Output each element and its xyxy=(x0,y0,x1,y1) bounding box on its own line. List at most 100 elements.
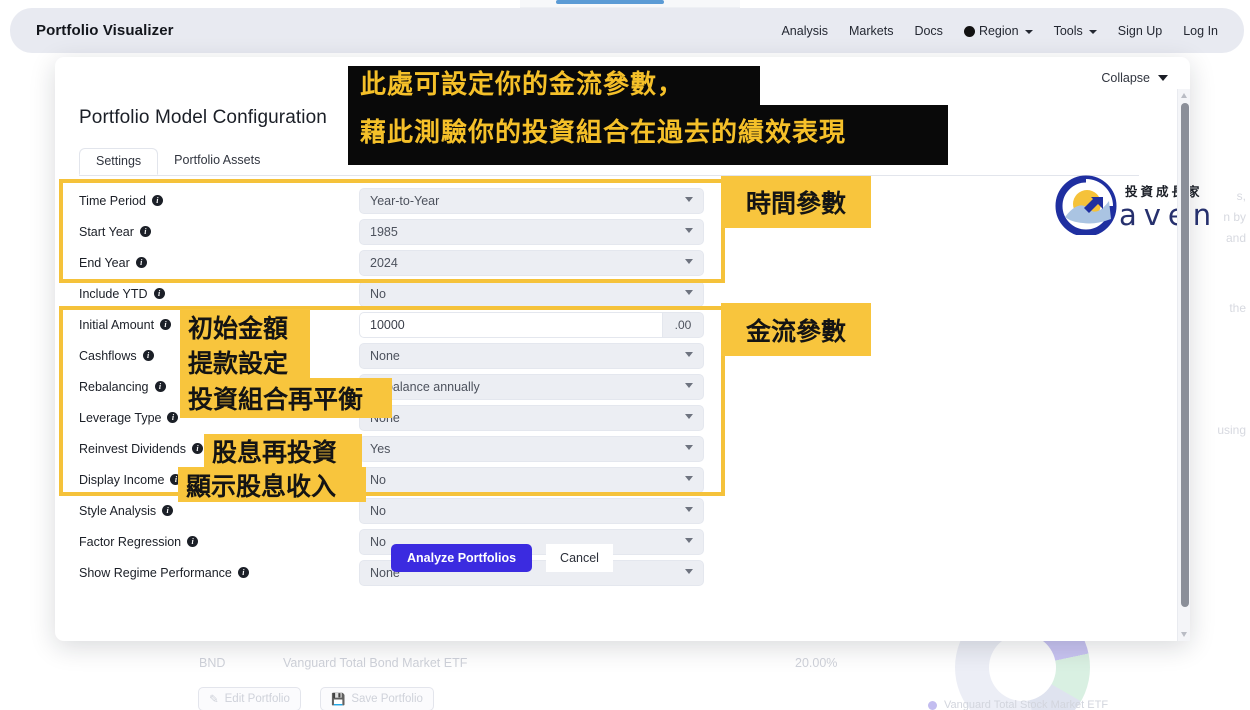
label-include-ytd: Include YTD i xyxy=(79,287,359,301)
select-value: 2024 xyxy=(370,255,398,270)
select-end-year[interactable]: 2024 xyxy=(359,249,704,276)
nav-item-docs[interactable]: Docs xyxy=(914,24,942,38)
top-progress-strip xyxy=(520,0,740,8)
chevron-down-icon xyxy=(1024,29,1033,34)
cancel-button[interactable]: Cancel xyxy=(546,544,613,572)
nav-label-signup: Sign Up xyxy=(1117,23,1163,38)
info-icon[interactable]: i xyxy=(187,536,199,547)
logo-wordmark: aven xyxy=(1119,198,1219,232)
select-cashflows[interactable]: None xyxy=(359,342,704,369)
scroll-down-arrow-icon[interactable] xyxy=(1181,632,1187,637)
info-icon[interactable]: i xyxy=(153,288,165,299)
nav-item-login[interactable]: Log In xyxy=(1183,24,1218,38)
info-icon[interactable]: i xyxy=(142,350,154,361)
label-text: End Year xyxy=(79,255,130,270)
info-icon[interactable]: i xyxy=(192,443,203,454)
chevron-down-icon xyxy=(685,258,693,264)
tab-settings[interactable]: Settings xyxy=(79,148,159,175)
select-value: None xyxy=(370,348,400,363)
legend-label: Vanguard Total Stock Market ETF xyxy=(944,699,1109,710)
app-brand[interactable]: Portfolio Visualizer xyxy=(36,22,174,39)
chevron-down-icon xyxy=(685,444,693,450)
info-icon[interactable]: i xyxy=(167,412,179,423)
modal-actions: Analyze Portfolios Cancel xyxy=(391,544,613,572)
label-text: Show Regime Performance xyxy=(79,565,232,580)
select-style-analysis[interactable]: No xyxy=(359,497,704,524)
chevron-down-icon xyxy=(685,537,693,543)
select-reinvest-dividends[interactable]: Yes xyxy=(359,435,704,462)
aven-logo: 投資成長家 aven xyxy=(1055,175,1219,237)
label-end-year: End Year i xyxy=(79,256,359,270)
chevron-down-icon xyxy=(685,196,693,202)
select-value: No xyxy=(370,503,386,518)
label-text: Factor Regression xyxy=(79,534,182,549)
globe-icon xyxy=(963,26,975,37)
nav-label-docs: Docs xyxy=(914,23,943,38)
annotation-banner-line2: 藉此測驗你的投資組合在過去的績效表現 xyxy=(348,105,948,165)
select-value: Yes xyxy=(370,441,391,456)
label-text: Time Period xyxy=(79,193,146,208)
info-icon[interactable]: i xyxy=(139,226,151,237)
label-text: Cashflows xyxy=(79,348,137,363)
modal-scrollbar[interactable] xyxy=(1177,89,1190,641)
annotation-banner-line1: 此處可設定你的金流參數， xyxy=(348,66,760,105)
scroll-up-arrow-icon[interactable] xyxy=(1181,93,1187,98)
annotation-tag-time-params: 時間參數 xyxy=(721,176,871,228)
info-icon[interactable]: i xyxy=(237,567,249,578)
form-row-include-ytd: Include YTD i No xyxy=(79,278,1139,309)
label-time-period: Time Period i xyxy=(79,194,359,208)
info-icon[interactable]: i xyxy=(135,257,147,268)
select-start-year[interactable]: 1985 xyxy=(359,218,704,245)
label-text: Leverage Type xyxy=(79,410,162,425)
nav-item-analysis[interactable]: Analysis xyxy=(781,24,828,38)
select-display-income[interactable]: No xyxy=(359,466,704,493)
tab-portfolio-assets-label: Portfolio Assets xyxy=(174,153,261,167)
background-holding-ticker: BND xyxy=(199,656,226,670)
nav-item-signup[interactable]: Sign Up xyxy=(1118,24,1162,38)
label-text: Style Analysis xyxy=(79,503,157,518)
label-text: Reinvest Dividends xyxy=(79,441,186,456)
initial-amount-suffix: .00 xyxy=(662,311,704,338)
tab-portfolio-assets[interactable]: Portfolio Assets xyxy=(158,148,276,175)
initial-amount-input[interactable]: 10000 xyxy=(359,311,662,338)
select-rebalancing[interactable]: Rebalance annually xyxy=(359,373,704,400)
nav-label-markets: Markets xyxy=(849,23,894,38)
nav-label-analysis: Analysis xyxy=(781,23,828,38)
info-icon[interactable]: i xyxy=(154,381,166,392)
select-leverage-type[interactable]: None xyxy=(359,404,704,431)
select-value: No xyxy=(370,286,386,301)
tab-settings-label: Settings xyxy=(96,154,142,168)
info-icon[interactable]: i xyxy=(151,195,163,206)
nav-item-region[interactable]: Region xyxy=(963,23,1033,38)
label-style-analysis: Style Analysis i xyxy=(79,504,359,518)
nav-item-tools[interactable]: Tools xyxy=(1054,24,1097,38)
info-icon[interactable]: i xyxy=(162,505,174,516)
nav-item-markets[interactable]: Markets xyxy=(849,24,893,38)
scrollbar-thumb[interactable] xyxy=(1180,103,1189,607)
edit-icon: ✎ xyxy=(209,694,219,706)
select-include-ytd[interactable]: No xyxy=(359,280,704,307)
nav-label-region: Region xyxy=(978,23,1019,38)
background-paragraph-4: the xyxy=(1229,301,1246,315)
analyze-portfolios-button[interactable]: Analyze Portfolios xyxy=(391,544,533,572)
edit-portfolio-label: Edit Portfolio xyxy=(224,693,290,705)
background-paragraph-5: using xyxy=(1217,423,1246,437)
select-time-period[interactable]: Year-to-Year xyxy=(359,187,704,214)
select-value: 1985 xyxy=(370,224,398,239)
chevron-down-icon xyxy=(1158,75,1168,81)
initial-amount-value: 10000 xyxy=(370,317,405,332)
nav-label-tools: Tools xyxy=(1053,23,1083,38)
save-icon: 💾 xyxy=(331,694,346,706)
label-text: Start Year xyxy=(79,224,134,239)
annotation-tag-reinvest: 股息再投資 xyxy=(204,434,362,467)
annotation-tag-rebalance: 投資組合再平衡 xyxy=(180,378,392,418)
chevron-down-icon xyxy=(685,289,693,295)
collapse-button[interactable]: Collapse xyxy=(1101,71,1168,85)
annotation-tag-cashflow-params: 金流參數 xyxy=(721,303,871,356)
chevron-down-icon xyxy=(1088,29,1097,34)
info-icon[interactable]: i xyxy=(160,319,172,330)
save-portfolio-button[interactable]: 💾 Save Portfolio xyxy=(320,687,434,710)
label-factor-regression: Factor Regression i xyxy=(79,535,359,549)
nav-label-login: Log In xyxy=(1183,23,1218,38)
edit-portfolio-button[interactable]: ✎ Edit Portfolio xyxy=(198,687,301,710)
